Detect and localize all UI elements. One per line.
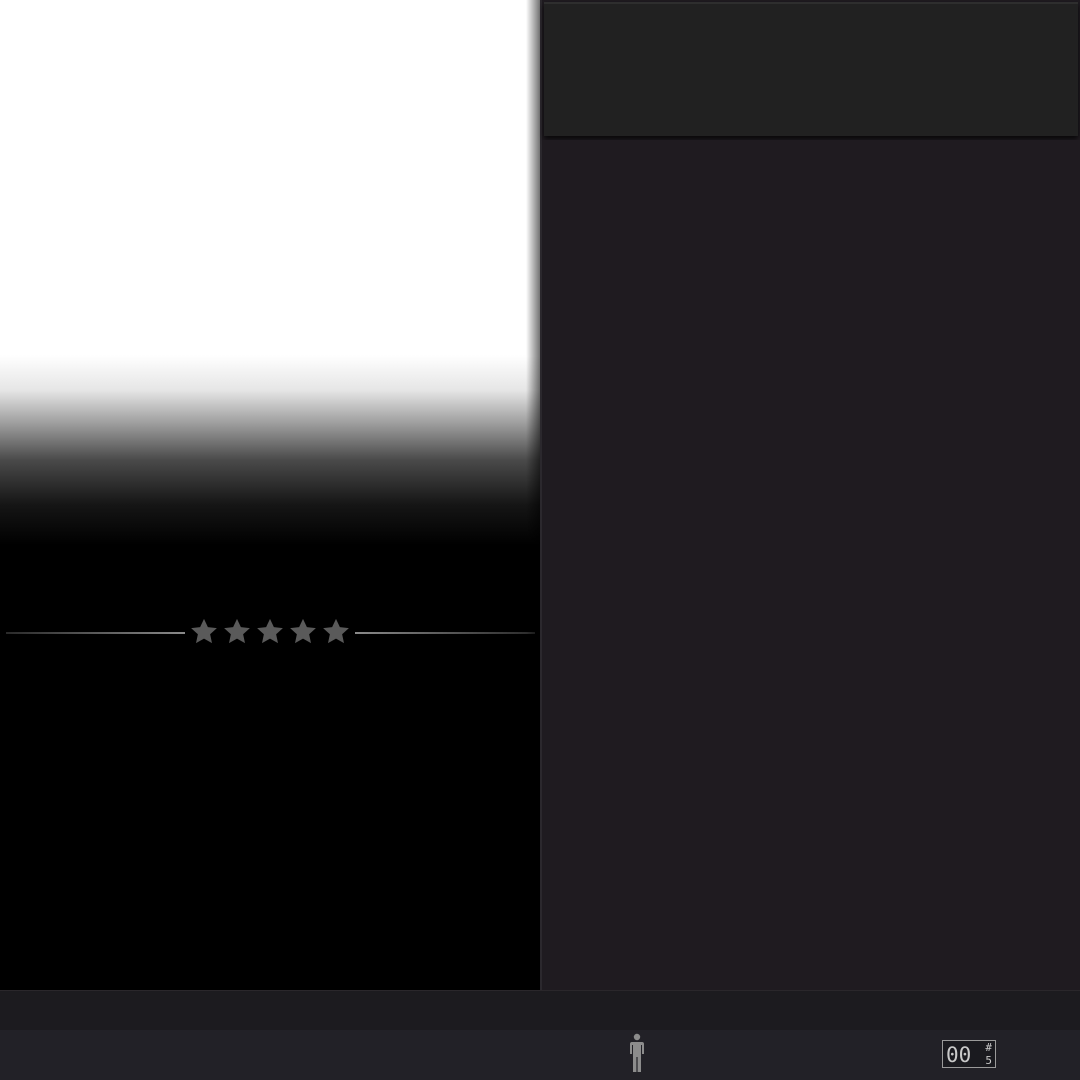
app-window: 00 # 5 — [0, 0, 1080, 1080]
person-icon[interactable] — [626, 1033, 648, 1073]
status-bar: 00 # 5 — [0, 1030, 1080, 1080]
image-preview[interactable] — [0, 0, 540, 990]
star-1-icon[interactable] — [189, 617, 219, 647]
rating-row — [0, 612, 540, 652]
star-5-icon[interactable] — [321, 617, 351, 647]
preview-edge-shadow — [526, 0, 540, 990]
frame-counter[interactable]: 00 # 5 — [942, 1040, 996, 1068]
star-4-icon[interactable] — [288, 617, 318, 647]
side-panel — [540, 0, 1080, 990]
panel-header — [544, 2, 1078, 136]
counter-digits: 00 — [946, 1043, 972, 1067]
counter-subscript: 5 — [985, 1054, 992, 1067]
bottom-divider — [0, 990, 1080, 1030]
rating-divider-left — [6, 632, 185, 634]
counter-superscript: # — [985, 1041, 992, 1054]
star-2-icon[interactable] — [222, 617, 252, 647]
star-3-icon[interactable] — [255, 617, 285, 647]
panel-body[interactable] — [542, 140, 1080, 990]
star-rating[interactable] — [189, 615, 351, 649]
rating-divider-right — [355, 632, 535, 634]
